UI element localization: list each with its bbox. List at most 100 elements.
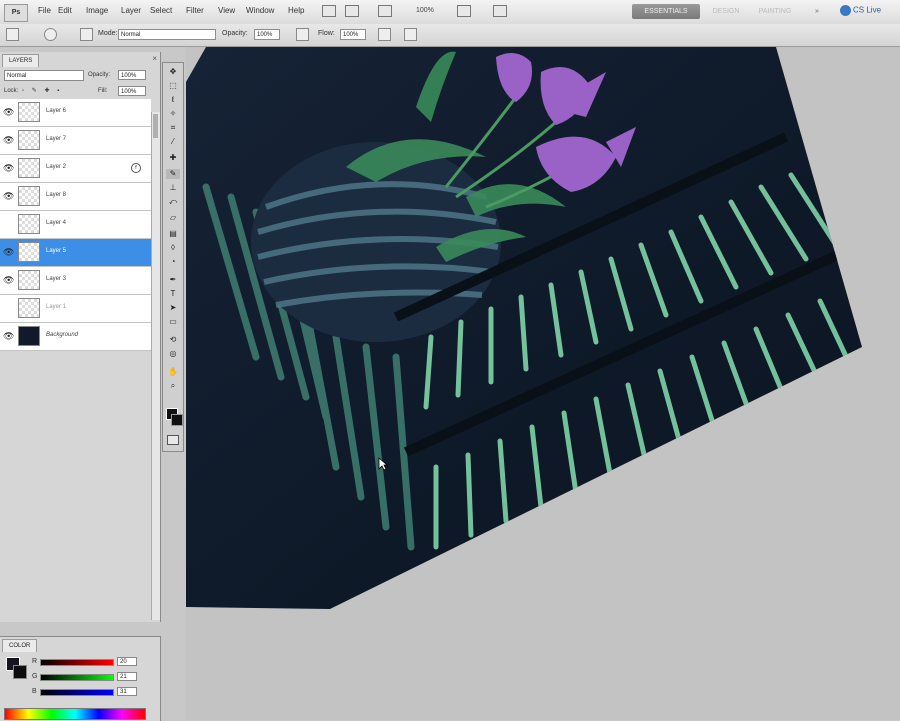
layer-thumbnail (18, 102, 40, 122)
history-brush-tool-icon[interactable]: ⤺ (166, 197, 180, 207)
mode-label: Mode: (98, 30, 118, 37)
3d-orbit-tool-icon[interactable]: ◎ (166, 349, 180, 359)
scroll-thumb[interactable] (153, 114, 158, 138)
cs-live-button[interactable]: CS Live (840, 5, 881, 16)
layer-row[interactable]: 👁 Layer 2 f (0, 155, 151, 183)
workspace-essentials[interactable]: ESSENTIALS (632, 4, 700, 19)
layer-row[interactable]: 👁 Layer 7 (0, 127, 151, 155)
layer-thumbnail (18, 326, 40, 346)
eye-icon[interactable]: 👁 (3, 191, 15, 201)
workspace-painting[interactable]: PAINTING (752, 4, 798, 19)
menu-select[interactable]: Select (150, 6, 172, 15)
blue-label: B (32, 688, 37, 695)
menu-help[interactable]: Help (288, 6, 304, 15)
dodge-tool-icon[interactable]: ◔ (166, 257, 180, 267)
zoom-tool-icon[interactable]: ⌕ (166, 381, 180, 391)
extras-icon[interactable] (378, 5, 392, 17)
menu-layer[interactable]: Layer (121, 6, 141, 15)
menu-edit[interactable]: Edit (58, 6, 72, 15)
eye-icon[interactable]: 👁 (3, 247, 15, 257)
lock-icons[interactable]: ▫ ✎ ✚ ▪ (22, 87, 62, 94)
layer-row[interactable]: Layer 1 (0, 295, 151, 323)
screen-mode-icon[interactable] (493, 5, 507, 17)
eye-icon[interactable]: 👁 (3, 275, 15, 285)
eye-icon[interactable]: 👁 (3, 331, 15, 341)
layer-thumbnail (18, 270, 40, 290)
layer-row[interactable]: Layer 4 (0, 211, 151, 239)
tab-layers[interactable]: LAYERS (2, 54, 40, 67)
artwork[interactable] (186, 47, 900, 720)
mini-bridge-icon[interactable] (345, 5, 359, 17)
layer-effects-icon[interactable]: f (131, 163, 141, 173)
menu-file[interactable]: File (38, 6, 51, 15)
mode-select[interactable]: Normal (118, 29, 216, 40)
brush-tool-preset-icon[interactable] (6, 28, 19, 41)
layer-row[interactable]: 👁 Layer 3 (0, 267, 151, 295)
menu-view[interactable]: View (218, 6, 235, 15)
background-color-swatch[interactable] (171, 414, 183, 426)
layer-thumbnail (18, 242, 40, 262)
clone-stamp-tool-icon[interactable]: ⊥ (166, 183, 180, 193)
layer-opacity-input[interactable]: 100% (118, 70, 146, 80)
zoom-level[interactable]: 100% (416, 7, 434, 14)
tablet-pressure-size-icon[interactable] (404, 28, 417, 41)
layer-row[interactable]: 👁 Layer 8 (0, 183, 151, 211)
pen-tool-icon[interactable]: ✒ (166, 275, 180, 285)
brush-panel-toggle-icon[interactable] (80, 28, 93, 41)
layers-scrollbar[interactable] (151, 112, 160, 620)
blue-value[interactable]: 31 (117, 687, 137, 696)
eraser-tool-icon[interactable]: ▱ (166, 213, 180, 223)
crop-tool-icon[interactable]: ⌗ (166, 123, 180, 133)
opacity-input[interactable]: 100% (254, 29, 280, 40)
path-select-tool-icon[interactable]: ➤ (166, 303, 180, 313)
cs-live-icon (840, 5, 851, 16)
eye-hidden-icon[interactable] (3, 219, 15, 229)
tablet-pressure-opacity-icon[interactable] (296, 28, 309, 41)
red-label: R (32, 658, 38, 665)
brush-tool-icon[interactable]: ✎ (166, 169, 180, 179)
eye-icon[interactable]: 👁 (3, 163, 15, 173)
quick-select-tool-icon[interactable]: ✧ (166, 109, 180, 119)
3d-rotate-tool-icon[interactable]: ⟲ (166, 335, 180, 345)
bridge-icon[interactable] (322, 5, 336, 17)
move-tool-icon[interactable]: ✥ (166, 67, 180, 77)
eye-icon[interactable]: 👁 (3, 135, 15, 145)
layer-row[interactable]: 👁 Layer 6 (0, 99, 151, 127)
layer-row[interactable]: 👁 Background (0, 323, 151, 351)
workspace-design[interactable]: DESIGN (706, 4, 746, 19)
flow-input[interactable]: 100% (340, 29, 366, 40)
red-value[interactable]: 20 (117, 657, 137, 666)
shape-tool-icon[interactable]: ▭ (166, 317, 180, 327)
green-slider[interactable] (40, 674, 114, 681)
blend-mode-select[interactable]: Normal (4, 70, 84, 81)
airbrush-icon[interactable] (378, 28, 391, 41)
menu-filter[interactable]: Filter (186, 6, 204, 15)
marquee-tool-icon[interactable]: ⬚ (166, 81, 180, 91)
brush-size-icon[interactable] (44, 28, 57, 41)
type-tool-icon[interactable]: T (166, 289, 180, 299)
blur-tool-icon[interactable]: ◊ (166, 243, 180, 253)
red-slider[interactable] (40, 659, 114, 666)
close-icon[interactable]: × (152, 54, 157, 63)
more-workspaces-button[interactable]: » (810, 4, 824, 19)
layer-name: Layer 3 (46, 276, 67, 282)
hand-tool-icon[interactable]: ✋ (166, 367, 180, 377)
background-color-swatch[interactable] (13, 665, 27, 679)
eye-hidden-icon[interactable] (3, 303, 15, 313)
healing-brush-tool-icon[interactable]: ✚ (166, 153, 180, 163)
tab-color[interactable]: COLOR (2, 639, 38, 652)
menu-image[interactable]: Image (86, 6, 108, 15)
menu-window[interactable]: Window (246, 6, 274, 15)
fill-input[interactable]: 100% (118, 86, 146, 96)
color-spectrum-bar[interactable] (4, 708, 146, 720)
eyedropper-tool-icon[interactable]: ⁄ (166, 137, 180, 147)
layer-row-selected[interactable]: 👁 Layer 5 (0, 239, 151, 267)
blue-slider[interactable] (40, 689, 114, 696)
lasso-tool-icon[interactable]: ℓ (166, 95, 180, 105)
document-canvas[interactable] (186, 47, 900, 720)
eye-icon[interactable]: 👁 (3, 107, 15, 117)
arrange-documents-icon[interactable] (457, 5, 471, 17)
gradient-tool-icon[interactable]: ▤ (166, 229, 180, 239)
quick-mask-icon[interactable] (167, 435, 179, 445)
green-value[interactable]: 21 (117, 672, 137, 681)
